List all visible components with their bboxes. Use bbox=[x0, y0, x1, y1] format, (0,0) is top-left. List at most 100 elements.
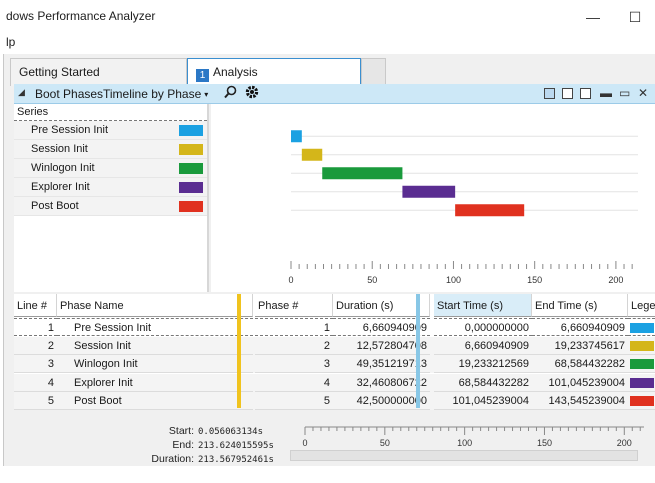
search-icon[interactable] bbox=[224, 85, 237, 102]
cell-legend bbox=[628, 318, 655, 336]
cell-start-time: 6,660940909 bbox=[434, 337, 532, 355]
minimize-icon[interactable]: ▬ bbox=[600, 86, 612, 100]
table-row[interactable]: 5 Post Boot 5 42,500000000 101,045239004 143,… bbox=[14, 392, 655, 410]
collapse-icon[interactable]: ◢ bbox=[18, 87, 25, 98]
x-tick-label: 50 bbox=[367, 275, 377, 285]
timeline-scrollbar[interactable] bbox=[290, 450, 638, 461]
series-label: Post Boot bbox=[31, 200, 79, 212]
tab-analysis[interactable]: 1 Analysis bbox=[187, 58, 361, 86]
cell-line: 3 bbox=[14, 355, 57, 373]
phase-bar bbox=[301, 148, 323, 161]
cell-phase-number: 5 bbox=[255, 392, 333, 410]
phase-bar bbox=[402, 185, 456, 198]
chevron-down-icon: ▾ bbox=[204, 90, 209, 99]
series-legend: Series Pre Session Init Session Init Win… bbox=[14, 104, 209, 292]
column-header-phase-name[interactable]: Phase Name bbox=[57, 294, 253, 317]
maximize-window-button[interactable]: ☐ bbox=[620, 5, 650, 29]
cell-phase-number: 4 bbox=[255, 374, 333, 392]
duration-readout: Duration: 213.567952461s bbox=[134, 453, 274, 465]
cell-phase-name: Post Boot bbox=[57, 392, 253, 410]
tab-getting-started[interactable]: Getting Started bbox=[10, 58, 187, 86]
legend-color-swatch bbox=[630, 340, 654, 351]
table-row[interactable]: 2 Session Init 2 12,572804708 6,660940909 19,… bbox=[14, 336, 655, 355]
axis-tick-label: 100 bbox=[457, 438, 472, 448]
gear-icon[interactable] bbox=[244, 84, 260, 104]
window-title: dows Performance Analyzer bbox=[6, 9, 156, 23]
end-value: 213.624015595s bbox=[198, 441, 274, 451]
cell-phase-name: Pre Session Init bbox=[57, 318, 253, 336]
cell-end-time: 101,045239004 bbox=[532, 374, 628, 392]
menu-bar: lp bbox=[0, 34, 655, 52]
cell-line: 5 bbox=[14, 392, 57, 410]
series-item[interactable]: Session Init bbox=[14, 140, 207, 159]
graph-title: Boot Phases bbox=[35, 87, 104, 101]
phase-bar bbox=[455, 204, 525, 217]
view-graph-icon[interactable] bbox=[562, 88, 573, 99]
series-label: Session Init bbox=[31, 143, 88, 155]
timeline-chart[interactable]: 0 50 100 150 200 bbox=[211, 104, 655, 292]
series-color-swatch bbox=[179, 201, 203, 212]
column-header-line[interactable]: Line # bbox=[14, 294, 57, 317]
start-value: 0.056063134s bbox=[198, 427, 264, 437]
cell-phase-name: Winlogon Init bbox=[57, 355, 253, 373]
series-item[interactable]: Explorer Init bbox=[14, 178, 207, 197]
preset-dropdown[interactable]: Timeline by Phase ▾ bbox=[103, 87, 208, 101]
series-color-swatch bbox=[179, 163, 203, 174]
table-row[interactable]: 4 Explorer Init 4 32,460806722 68,584432282 1… bbox=[14, 373, 655, 392]
legend-color-swatch bbox=[630, 396, 654, 406]
x-tick-label: 100 bbox=[446, 275, 461, 285]
column-header-end-time[interactable]: End Time (s) bbox=[532, 294, 628, 317]
phase-bar bbox=[291, 130, 302, 143]
view-graph-table-icon[interactable] bbox=[544, 88, 555, 99]
cell-end-time: 6,660940909 bbox=[532, 318, 628, 336]
preset-label: Timeline by Phase bbox=[103, 87, 202, 101]
series-item[interactable]: Pre Session Init bbox=[14, 121, 207, 140]
series-color-swatch bbox=[179, 182, 203, 193]
graph-panel-header: ◢ Boot Phases Timeline by Phase ▾ ▬ ▭ ✕ bbox=[14, 84, 655, 104]
cell-phase-number: 2 bbox=[255, 337, 333, 355]
tab-badge: 1 bbox=[196, 69, 209, 82]
series-color-swatch bbox=[179, 125, 203, 136]
x-tick-label: 150 bbox=[527, 275, 542, 285]
duration-value: 213.567952461s bbox=[198, 455, 274, 465]
series-label: Pre Session Init bbox=[31, 124, 109, 136]
table-row[interactable]: 1 Pre Session Init 1 6,660940909 0,000000000… bbox=[14, 318, 655, 336]
column-header-phase-number[interactable]: Phase # bbox=[255, 294, 333, 317]
cell-start-time: 19,233212569 bbox=[434, 355, 532, 373]
series-item[interactable]: Winlogon Init bbox=[14, 159, 207, 178]
column-header-start-time[interactable]: Start Time (s) bbox=[434, 294, 532, 317]
new-tab-button[interactable] bbox=[361, 58, 386, 86]
x-tick-label: 200 bbox=[608, 275, 623, 285]
cell-phase-name: Explorer Init bbox=[57, 374, 253, 392]
series-header: Series bbox=[14, 104, 207, 121]
start-label: Start: bbox=[168, 425, 194, 437]
cell-line: 1 bbox=[14, 318, 57, 336]
menu-item-help[interactable]: lp bbox=[6, 35, 15, 49]
legend-color-swatch bbox=[630, 377, 654, 388]
view-table-icon[interactable] bbox=[580, 88, 591, 99]
cell-phase-name: Session Init bbox=[57, 337, 253, 355]
axis-tick-label: 50 bbox=[380, 438, 390, 448]
cell-phase-number: 1 bbox=[255, 318, 333, 336]
column-header-legend[interactable]: Lege bbox=[628, 294, 655, 317]
axis-tick-label: 150 bbox=[537, 438, 552, 448]
cell-legend bbox=[628, 355, 655, 373]
minimize-window-button[interactable]: — bbox=[578, 5, 608, 29]
cell-line: 2 bbox=[14, 337, 57, 355]
graphing-divider[interactable] bbox=[416, 294, 420, 408]
axis-tick-label: 0 bbox=[302, 438, 307, 448]
cell-legend bbox=[628, 392, 655, 410]
series-item[interactable]: Post Boot bbox=[14, 197, 207, 216]
restore-icon[interactable]: ▭ bbox=[619, 86, 630, 100]
cell-phase-number: 3 bbox=[255, 355, 333, 373]
tab-label: Getting Started bbox=[19, 65, 100, 79]
grouping-divider[interactable] bbox=[237, 294, 241, 408]
cell-line: 4 bbox=[14, 374, 57, 392]
table-row[interactable]: 3 Winlogon Init 3 49,351219713 19,233212569 6… bbox=[14, 355, 655, 373]
time-axis: 0 50 100 150 200 bbox=[302, 426, 644, 448]
tab-label: Analysis bbox=[213, 65, 258, 79]
close-icon[interactable]: ✕ bbox=[638, 86, 648, 100]
title-bar: dows Performance Analyzer — ☐ bbox=[0, 0, 655, 34]
phase-table: Line # Phase Name Phase # Duration (s) S… bbox=[14, 294, 655, 410]
cell-start-time: 0,000000000 bbox=[434, 318, 532, 336]
